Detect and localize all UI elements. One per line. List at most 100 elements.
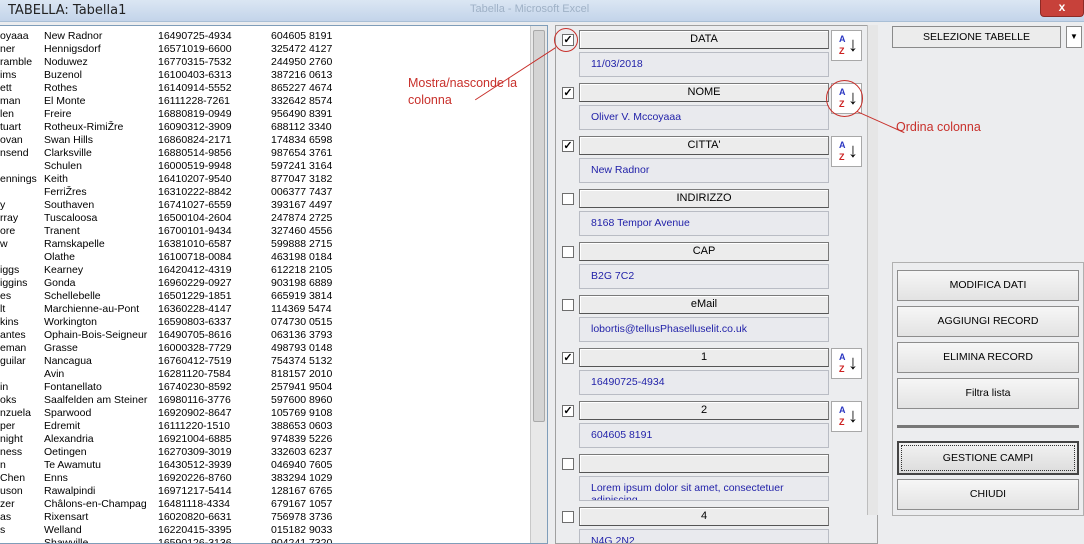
list-row[interactable]: Olathe 16100718-0084 463198 0184	[0, 251, 530, 264]
list-row[interactable]: len Freire 16880819-0949 956490 8391	[0, 108, 530, 121]
list-row[interactable]: iggins Gonda 16960229-0927 903198 6889	[0, 277, 530, 290]
field-block: ✓ 2 604605 8191 A Z ↓	[556, 401, 877, 453]
close-window-button[interactable]: x	[1040, 0, 1084, 17]
list-row[interactable]: antes Ophain-Bois-Seigneur 16490705-8616 06…	[0, 329, 530, 342]
list-row[interactable]: guilar Nancagua 16760412-7519 754374 5132	[0, 355, 530, 368]
field-visibility-checkbox[interactable]: ✓	[562, 405, 574, 417]
field-header[interactable]: INDIRIZZO	[579, 189, 829, 208]
list-row[interactable]: Avin 16281120-7584 818157 2010	[0, 368, 530, 381]
field-header[interactable]	[579, 454, 829, 473]
list-row[interactable]: in Fontanellato 16740230-8592 257941 9504	[0, 381, 530, 394]
list-row[interactable]: oyaaa New Radnor 16490725-4934 604605 8191	[0, 30, 530, 43]
field-visibility-checkbox[interactable]	[562, 246, 574, 258]
list-cell-city: Buzenol	[44, 69, 82, 81]
list-cell-city: Te Awamutu	[44, 459, 102, 471]
list-row[interactable]: night Alexandria 16921004-6885 974839 5226	[0, 433, 530, 446]
list-row[interactable]: ore Tranent 16700101-9434 327460 4556	[0, 225, 530, 238]
field-visibility-checkbox[interactable]: ✓	[562, 87, 574, 99]
list-row[interactable]: zer Châlons-en-Champag 16481118-4334 679167…	[0, 498, 530, 511]
field-header[interactable]: CITTA'	[579, 136, 829, 155]
list-row[interactable]: ramble Noduwez 16770315-7532 244950 2760	[0, 56, 530, 69]
field-value[interactable]: B2G 7C2	[579, 264, 829, 289]
list-row[interactable]: es Schellebelle 16501229-1851 665919 3814	[0, 290, 530, 303]
list-row[interactable]: ness Oetingen 16270309-3019 332603 6237	[0, 446, 530, 459]
list-cell-phone: 332603 6237	[271, 446, 333, 458]
list-row[interactable]: y Southaven 16741027-6559 393167 4497	[0, 199, 530, 212]
sort-column-button[interactable]: A Z ↓	[831, 348, 862, 379]
field-header[interactable]: 4	[579, 507, 829, 526]
list-row[interactable]: lt Marchienne-au-Pont 16360228-4147 114369 …	[0, 303, 530, 316]
add-record-button[interactable]: AGGIUNGI RECORD	[897, 306, 1079, 337]
field-visibility-checkbox[interactable]: ✓	[562, 140, 574, 152]
sort-column-button[interactable]: A Z ↓	[831, 401, 862, 432]
list-row[interactable]: iggs Kearney 16420412-4319 612218 2105	[0, 264, 530, 277]
list-cell-name: lt	[0, 303, 6, 315]
list-row[interactable]: as Rixensart 16020820-6631 756978 3736	[0, 511, 530, 524]
list-row[interactable]: FerriŽres 16310222-8842 006377 7437	[0, 186, 530, 199]
list-cell-city: Rothes	[44, 82, 78, 94]
sort-z-letter: Z	[839, 46, 845, 56]
field-visibility-checkbox[interactable]	[562, 511, 574, 523]
field-header[interactable]: 2	[579, 401, 829, 420]
list-cell-name: as	[0, 511, 12, 523]
field-visibility-checkbox[interactable]	[562, 299, 574, 311]
list-cell-city: Enns	[44, 472, 68, 484]
list-row[interactable]: s Welland 16220415-3395 015182 9033	[0, 524, 530, 537]
list-row[interactable]: nzuela Sparwood 16920902-8647 105769 9108	[0, 407, 530, 420]
field-value[interactable]: Oliver V. Mccoyaaa	[579, 105, 829, 130]
list-cell-phone: 387216 0613	[271, 69, 333, 81]
field-header[interactable]: DATA	[579, 30, 829, 49]
field-value[interactable]: 8168 Tempor Avenue	[579, 211, 829, 236]
list-cell-phone: 599888 2715	[271, 238, 333, 250]
field-value[interactable]: Lorem ipsum dolor sit amet, consectetuer…	[579, 476, 829, 501]
field-value[interactable]: N4G 2N2	[579, 529, 829, 543]
field-value[interactable]: New Radnor	[579, 158, 829, 183]
list-cell-city: Rixensart	[44, 511, 89, 523]
field-visibility-checkbox[interactable]	[562, 193, 574, 205]
filter-list-button[interactable]: Filtra lista	[897, 378, 1079, 409]
delete-record-button[interactable]: ELIMINA RECORD	[897, 342, 1079, 373]
field-value[interactable]: lobortis@tellusPhaselluselit.co.uk	[579, 317, 829, 342]
field-value[interactable]: 11/03/2018	[579, 52, 829, 77]
list-row[interactable]: w Ramskapelle 16381010-6587 599888 2715	[0, 238, 530, 251]
sort-column-button[interactable]: A Z ↓	[831, 136, 862, 167]
field-visibility-checkbox[interactable]	[562, 458, 574, 470]
field-header[interactable]: eMail	[579, 295, 829, 314]
list-cell-city: Châlons-en-Champag	[44, 498, 147, 510]
modify-data-button[interactable]: MODIFICA DATI	[897, 270, 1079, 301]
list-row[interactable]: Chen Enns 16920226-8760 383294 1029	[0, 472, 530, 485]
field-header[interactable]: CAP	[579, 242, 829, 261]
list-row[interactable]: nsend Clarksville 16880514-9856 987654 3761	[0, 147, 530, 160]
list-row[interactable]: Shawville 16590126-3136 904241 7320	[0, 537, 530, 543]
table-selector-dropdown-icon[interactable]: ▼	[1066, 26, 1082, 48]
list-row[interactable]: ennings Keith 16410207-9540 877047 3182	[0, 173, 530, 186]
field-value[interactable]: 16490725-4934	[579, 370, 829, 395]
list-cell-code: 16281120-7584	[158, 368, 231, 380]
sort-column-button[interactable]: A Z ↓	[831, 30, 862, 61]
list-row[interactable]: per Edremit 16111220-1510 388653 0603	[0, 420, 530, 433]
field-value[interactable]: 604605 8191	[579, 423, 829, 448]
list-row[interactable]: n Te Awamutu 16430512-3939 046940 7605	[0, 459, 530, 472]
list-row[interactable]: uson Rawalpindi 16971217-5414 128167 6765	[0, 485, 530, 498]
list-row[interactable]: Schulen 16000519-9948 597241 3164	[0, 160, 530, 173]
list-cell-phone: 015182 9033	[271, 524, 333, 536]
table-selector[interactable]: SELEZIONE TABELLE	[892, 26, 1061, 48]
field-header[interactable]: 1	[579, 348, 829, 367]
fields-scrollbar[interactable]	[867, 25, 878, 515]
list-row[interactable]: ner Hennigsdorf 16571019-6600 325472 4127	[0, 43, 530, 56]
list-row[interactable]: oks Saalfelden am Steiner 16980116-3776 597…	[0, 394, 530, 407]
list-cell-code: 16880819-0949	[158, 108, 232, 120]
close-button[interactable]: CHIUDI	[897, 479, 1079, 510]
list-row[interactable]: tuart Rotheux-RimiŽre 16090312-3909 688112 …	[0, 121, 530, 134]
list-cell-name: es	[0, 290, 12, 302]
list-row[interactable]: rray Tuscaloosa 16500104-2604 247874 2725	[0, 212, 530, 225]
manage-fields-button[interactable]: GESTIONE CAMPI	[897, 441, 1079, 475]
list-cell-code: 16700101-9434	[158, 225, 232, 237]
list-row[interactable]: eman Grasse 16000328-7729 498793 0148	[0, 342, 530, 355]
list-row[interactable]: ovan Swan Hills 16860824-2171 174834 6598	[0, 134, 530, 147]
list-row[interactable]: kins Workington 16590803-6337 074730 0515	[0, 316, 530, 329]
annotation-circle-checkbox	[554, 28, 578, 52]
field-header[interactable]: NOME	[579, 83, 829, 102]
sort-z-letter: Z	[839, 364, 845, 374]
field-visibility-checkbox[interactable]: ✓	[562, 352, 574, 364]
